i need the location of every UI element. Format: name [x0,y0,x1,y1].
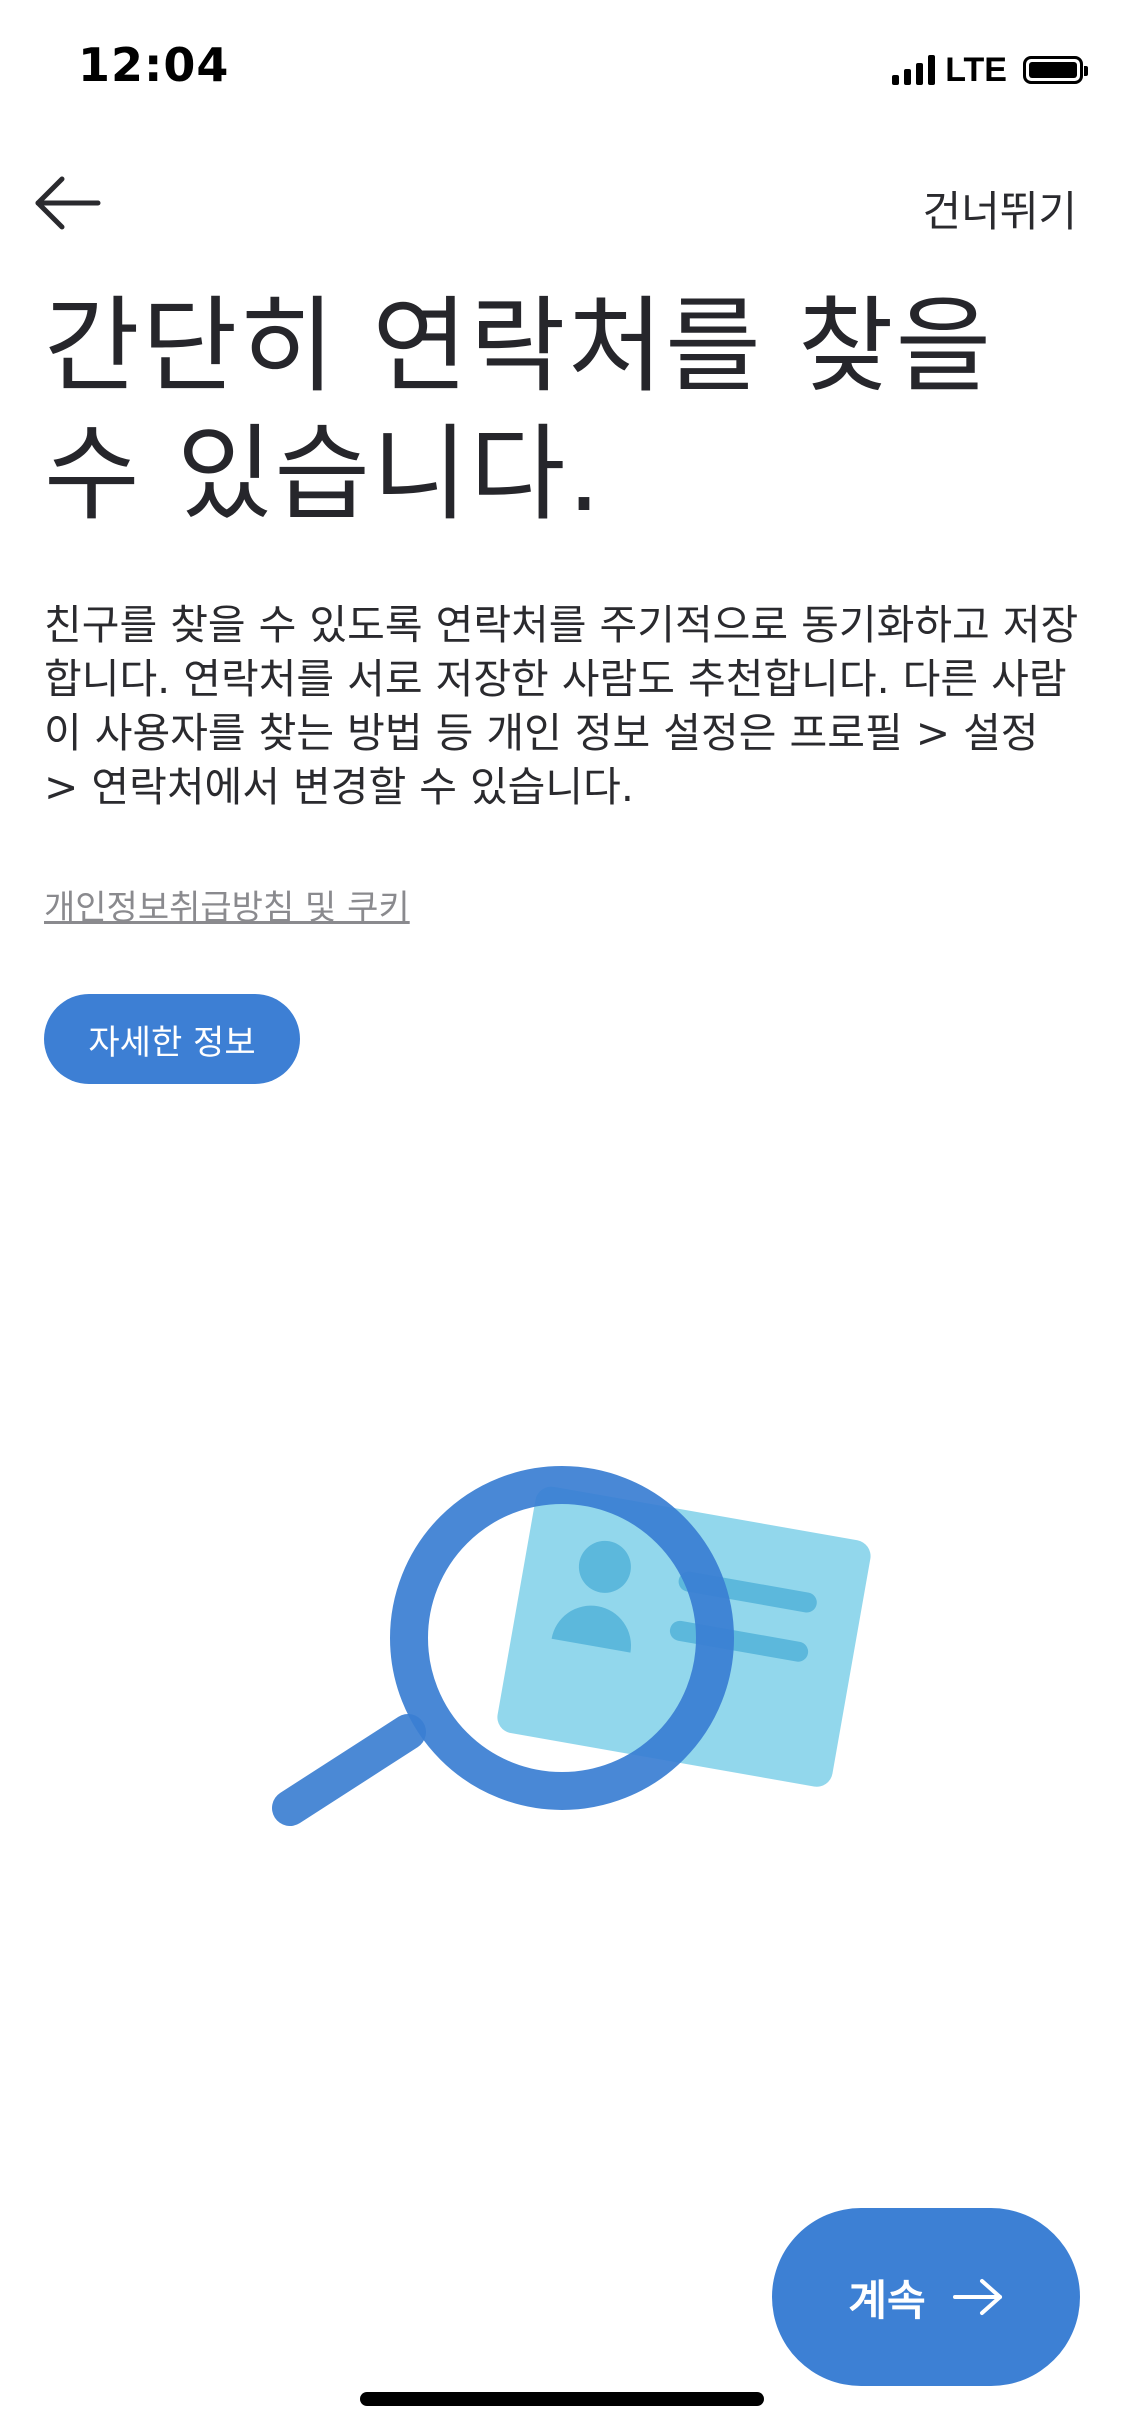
arrow-left-icon [35,176,101,230]
description-text: 친구를 찾을 수 있도록 연락처를 주기적으로 동기화하고 저장합니다. 연락처… [44,601,1079,811]
more-info-button[interactable]: 자세한 정보 [44,994,300,1084]
back-button[interactable] [30,170,106,236]
status-time: 12:04 [78,38,230,92]
contact-search-illustration [272,1466,871,1826]
network-label: LTE [945,50,1007,89]
continue-label: 계속 [848,2275,926,2325]
privacy-policy-link[interactable]: 개인정보취급방침 및 쿠키 [44,880,410,929]
page-title: 간단히 연락처를 찾을 수 있습니다. [44,285,994,535]
status-indicators: LTE [892,50,1088,90]
signal-icon [892,55,936,85]
arrow-right-icon [952,2279,1002,2315]
battery-icon [1023,56,1088,84]
skip-button[interactable]: 건너뛰기 [922,178,1077,239]
status-bar: 12:04 LTE [0,0,1125,132]
continue-button[interactable]: 계속 [772,2208,1080,2386]
home-indicator [360,2392,764,2406]
